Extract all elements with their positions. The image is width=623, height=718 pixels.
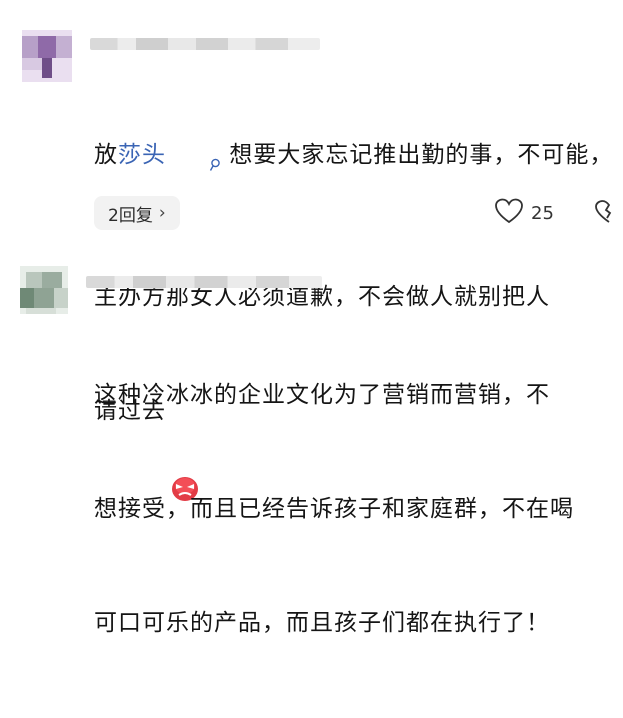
comment-item: 放莎头 想要大家忘记推出勤的事，不可能， 主办方那女人必须道歉，不会做人就别把人… bbox=[0, 0, 623, 501]
avatar[interactable] bbox=[20, 266, 68, 314]
search-icon[interactable] bbox=[168, 136, 221, 202]
chevron-right-icon: › bbox=[158, 203, 166, 223]
comment-text: 这种冷冰冰的企业文化为了营销而营销，不 想接受，而且已经告诉孩子和家庭群，不在喝… bbox=[94, 300, 619, 718]
comment-line: 可口可乐的产品，而且孩子们都在执行了！ bbox=[94, 610, 550, 636]
username[interactable] bbox=[86, 276, 322, 288]
mention-link[interactable]: 莎头 bbox=[118, 142, 166, 168]
comment-line: 这种冷冰冰的企业文化为了营销而营销，不 bbox=[94, 382, 550, 408]
comment-line: 想接受，而且已经告诉孩子和家庭群，不在喝 bbox=[94, 496, 574, 522]
like-count: 25 bbox=[531, 202, 554, 224]
comment-text-line1: 想要大家忘记推出勤的事，不可能， bbox=[221, 142, 614, 168]
reply-count-button[interactable]: 2回复 › bbox=[94, 196, 180, 230]
heart-icon bbox=[495, 198, 523, 228]
avatar[interactable] bbox=[22, 30, 72, 82]
broken-heart-icon bbox=[595, 200, 623, 228]
reply-count-label: 2回复 bbox=[108, 205, 153, 226]
comment-item: 这种冷冰冰的企业文化为了营销而营销，不 想接受，而且已经告诉孩子和家庭群，不在喝… bbox=[0, 262, 623, 636]
like-button[interactable]: 25 bbox=[495, 198, 554, 228]
comment-text-prefix: 放 bbox=[94, 142, 118, 168]
username[interactable] bbox=[90, 38, 320, 50]
dislike-button[interactable] bbox=[595, 200, 623, 228]
comment-line: 放莎头 想要大家忘记推出勤的事，不可能， bbox=[94, 136, 614, 202]
